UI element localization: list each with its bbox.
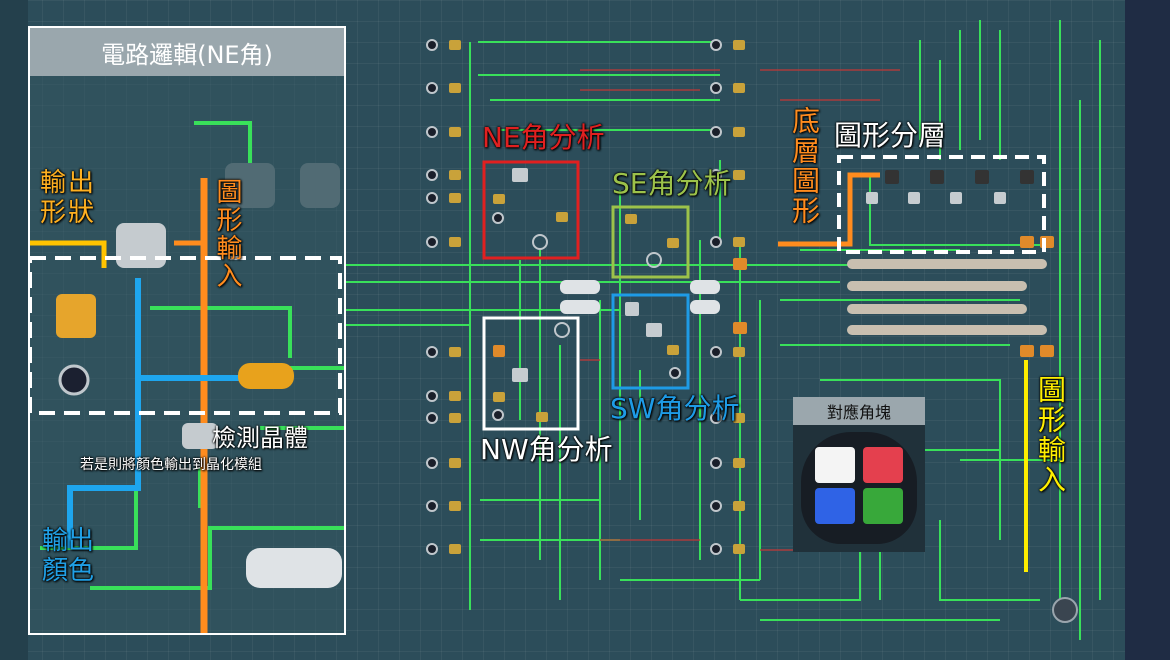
left-edge-strip [0,0,28,660]
corner-legend: 對應角塊 [793,397,925,552]
inset-shape-input-label: 圖形輸入 [212,178,242,290]
ne-analysis-label: NE角分析 [482,121,605,154]
right-shape-input-label: 圖形輸入 [1034,375,1067,495]
detect-note-label: 若是則將顏色輸出到晶化模組 [80,457,262,473]
inset-title: 電路邏輯(NE角) [30,28,344,76]
nw-analysis-label: NW角分析 [480,433,613,466]
conveyor-rows [847,259,1047,335]
se-analysis-label: SE角分析 [612,167,732,200]
game-viewport: 電路邏輯(NE角) 輸出形狀 圖形輸入 檢測晶體 若是則將顏色輸出到晶化模組 輸… [0,0,1170,660]
ne-analysis-box [482,160,580,260]
machine-icon [1052,597,1078,623]
right-edge-panel [1125,0,1170,660]
legend-red-square [863,447,903,483]
legend-title: 對應角塊 [793,397,925,425]
output-color-label: 輸出顏色 [42,526,95,586]
legend-white-square [815,447,855,483]
legend-blue-square [815,488,855,524]
legend-green-square [863,488,903,524]
base-shape-label: 底層圖形 [788,106,821,226]
output-shape-label: 輸出形狀 [40,168,97,228]
sw-analysis-label: SW角分析 [610,392,740,425]
layering-label: 圖形分層 [834,119,947,152]
detect-crystal-label: 檢測晶體 [212,424,308,452]
